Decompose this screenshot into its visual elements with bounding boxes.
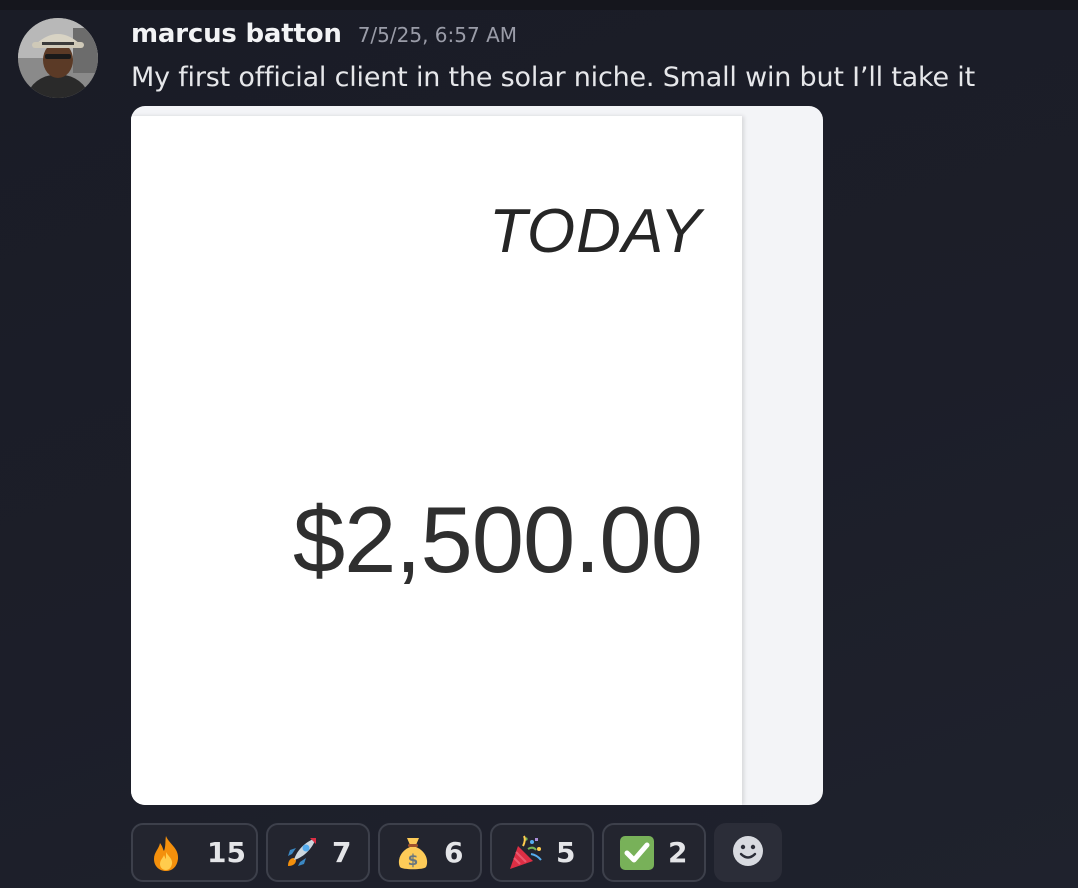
channel-top-divider [0, 0, 1078, 10]
message-body: My first official client in the solar ni… [131, 62, 975, 93]
check-mark-button-emoji-icon [618, 834, 656, 872]
money-bag-emoji-icon: $ [394, 834, 432, 872]
smiley-add-reaction-icon [731, 834, 765, 872]
reaction-count: 7 [332, 836, 352, 869]
svg-text:$: $ [408, 851, 418, 869]
reaction-money-bag[interactable]: $ 6 [378, 823, 482, 882]
party-popper-emoji-icon [506, 834, 544, 872]
avatar[interactable] [18, 18, 98, 98]
attachment-amount: $2,500.00 [292, 487, 703, 592]
reaction-check-mark[interactable]: 2 [602, 823, 706, 882]
attachment-heading: TODAY [489, 197, 702, 266]
attachment-image-content: TODAY $2,500.00 [131, 116, 742, 805]
user-photo-icon [18, 18, 98, 98]
message-header: marcus batton 7/5/25, 6:57 AM [131, 19, 517, 55]
reaction-party-popper[interactable]: 5 [490, 823, 594, 882]
reaction-count: 5 [556, 836, 576, 869]
reaction-count: 6 [444, 836, 464, 869]
reaction-rocket[interactable]: 7 [266, 823, 370, 882]
reaction-count: 2 [668, 836, 688, 869]
rocket-emoji-icon [282, 834, 320, 872]
reaction-fire[interactable]: 15 [131, 823, 258, 882]
add-reaction-button[interactable] [714, 823, 782, 882]
image-attachment[interactable]: TODAY $2,500.00 [131, 106, 823, 805]
fire-emoji-icon [147, 834, 185, 872]
author-name[interactable]: marcus batton [131, 19, 342, 49]
reactions-bar: 15 7 $ 6 5 2 [131, 823, 782, 882]
reaction-count: 15 [207, 836, 246, 869]
message-timestamp[interactable]: 7/5/25, 6:57 AM [358, 23, 517, 47]
